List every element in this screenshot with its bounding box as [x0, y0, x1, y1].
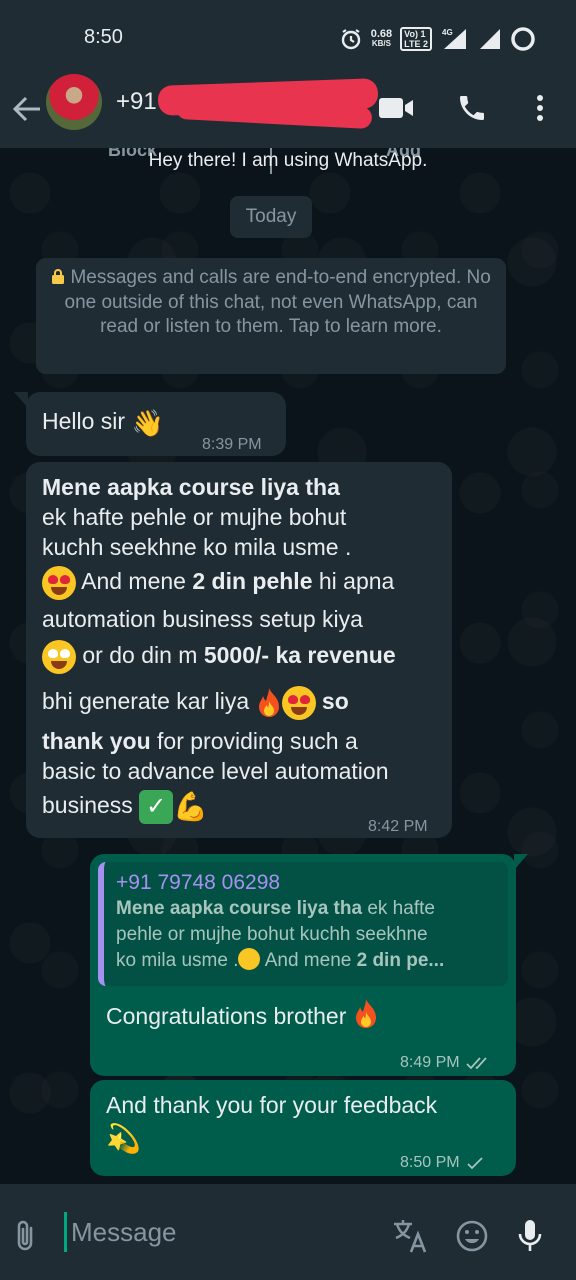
- message-bubble-incoming[interactable]: Mene aapka course liya tha ek hafte pehl…: [26, 462, 452, 838]
- signal-4g-icon: 4G: [442, 28, 466, 49]
- alarm-icon: [341, 29, 360, 50]
- message-text-content: Congratulations brother: [106, 1003, 347, 1029]
- back-arrow-icon: [12, 96, 40, 122]
- video-call-icon: [379, 98, 413, 118]
- attach-icon: [17, 1220, 33, 1251]
- net-speed-unit: KB/S: [371, 39, 391, 48]
- message-time: 8:42 PM: [368, 818, 428, 835]
- quote-text: Mene aapka course liya tha ek hafte pehl…: [116, 896, 496, 974]
- voice-call-icon: [460, 96, 484, 120]
- net-speed: 0.68 KB/S: [371, 29, 392, 49]
- quote-author: +91 79748 06298: [116, 871, 281, 894]
- battery-ring-icon: [511, 27, 535, 51]
- quote-fragment: ek hafte: [362, 898, 435, 919]
- more-options-button[interactable]: [520, 88, 560, 128]
- message-bubble-incoming[interactable]: Hello sir 👋 8:39 PM: [26, 392, 286, 456]
- voice-call-button[interactable]: [452, 88, 492, 128]
- message-fragment-bold: thank you: [42, 728, 151, 754]
- message-body: Mene aapka course liya tha ek hafte pehl…: [42, 472, 446, 824]
- contact-avatar[interactable]: [46, 74, 102, 130]
- message-fragment: for providing such a: [150, 728, 358, 754]
- message-time: 8:49 PM: [400, 1054, 460, 1071]
- message-line: automation business setup kiya: [42, 606, 363, 632]
- message-meta: 8:49 PM: [400, 1048, 490, 1078]
- volte-badge: Vo) 1 LTE 2: [400, 27, 432, 51]
- quote-line: pehle or mujhe bohut kuchh seekhne: [116, 924, 428, 945]
- message-text: And thank you for your feedback: [106, 1092, 438, 1118]
- message-fragment: bhi generate kar liya: [42, 688, 256, 715]
- message-line: or do din m 5000/- ka revenue: [42, 640, 446, 674]
- date-chip: Today: [230, 196, 312, 238]
- encryption-text: Messages and calls are end-to-end encryp…: [64, 267, 491, 337]
- quote-fragment-bold: 2 din pe...: [356, 950, 445, 971]
- status-bar: 8:50 0.68 KB/S Vo) 1 LTE 2 4G: [0, 0, 576, 74]
- single-check-sent-icon: [466, 1157, 483, 1170]
- status-icons: 0.68 KB/S Vo) 1 LTE 2 4G: [339, 26, 536, 52]
- dizzy-emoji: 💫: [106, 1123, 141, 1154]
- mic-button[interactable]: [510, 1216, 550, 1256]
- message-fragment: And mene: [76, 568, 193, 595]
- message-text: Hello sir 👋: [42, 406, 164, 438]
- heart-eyes-emoji: [42, 566, 76, 600]
- signal-icon: [480, 29, 500, 49]
- emoji-icon: [456, 1220, 488, 1252]
- message-line: And mene 2 din pehle hi apna: [42, 566, 446, 600]
- message-time: 8:50 PM: [400, 1154, 460, 1171]
- message-input-bar: [0, 1184, 576, 1280]
- message-line: thank you for providing such a: [42, 726, 446, 756]
- net-speed-value: 0.68: [370, 28, 393, 40]
- double-check-read-icon: [465, 1057, 487, 1070]
- message-time: 8:39 PM: [202, 436, 262, 453]
- lock-icon: [52, 269, 65, 284]
- message-fragment-bold: so: [315, 688, 349, 715]
- back-button[interactable]: [10, 92, 44, 126]
- message-bubble-outgoing[interactable]: And thank you for your feedback 💫 8:50 P…: [90, 1080, 516, 1176]
- message-line: ek hafte pehle or mujhe bohut: [42, 504, 347, 530]
- message-input[interactable]: [64, 1212, 364, 1252]
- flexed-biceps-emoji: 💪: [173, 791, 209, 822]
- quote-fragment: And mene: [260, 950, 357, 971]
- chat-header: +91: [0, 74, 576, 148]
- quote-fragment-bold: Mene aapka course liya tha: [116, 898, 363, 919]
- contact-about: Hey there! I am using WhatsApp.: [148, 150, 428, 171]
- more-options-icon: [537, 95, 543, 121]
- translate-icon: [394, 1220, 427, 1253]
- chat-area[interactable]: Block Add Hey there! I am using WhatsApp…: [0, 148, 576, 1184]
- encryption-notice[interactable]: Messages and calls are end-to-end encryp…: [36, 258, 506, 374]
- waving-hand-emoji: 👋: [131, 407, 164, 438]
- check-mark-emoji: ✓: [139, 790, 174, 824]
- message-line: basic to advance level automation: [42, 758, 389, 784]
- translate-button[interactable]: [390, 1216, 430, 1256]
- message-fragment: or do din m: [76, 642, 204, 669]
- attach-button[interactable]: [6, 1216, 46, 1256]
- heart-eyes-emoji: [281, 686, 316, 720]
- message-text-content: Hello sir: [42, 408, 126, 434]
- message-line: kuchh seekhne ko mila usme .: [42, 534, 352, 560]
- message-meta: 8:50 PM: [400, 1148, 484, 1178]
- fire-emoji: [355, 999, 376, 1028]
- video-call-button[interactable]: [376, 88, 416, 128]
- message-fragment: hi apna: [312, 568, 395, 595]
- message-fragment-bold: 5000/- ka revenue: [203, 642, 396, 669]
- message-fragment: business: [42, 792, 140, 819]
- heart-eyes-emoji: [238, 948, 261, 970]
- fire-emoji: [258, 688, 279, 717]
- quoted-message[interactable]: +91 79748 06298 Mene aapka course liya t…: [98, 862, 508, 986]
- message-fragment-bold: 2 din pehle: [192, 568, 313, 595]
- contact-name[interactable]: +91: [116, 88, 157, 116]
- message-line: Mene aapka course liya tha: [42, 474, 340, 500]
- bubble-tail: [514, 854, 528, 870]
- mic-icon: [518, 1220, 542, 1251]
- network-type: 4G: [442, 28, 453, 37]
- star-struck-emoji: [42, 640, 76, 674]
- message-bubble-outgoing[interactable]: +91 79748 06298 Mene aapka course liya t…: [90, 854, 516, 1076]
- status-time: 8:50: [84, 25, 123, 48]
- message-text: Congratulations brother: [106, 998, 379, 1031]
- message-line: bhi generate kar liya so: [42, 686, 446, 720]
- quote-fragment: ko mila usme .: [116, 950, 239, 971]
- emoji-button[interactable]: [452, 1216, 492, 1256]
